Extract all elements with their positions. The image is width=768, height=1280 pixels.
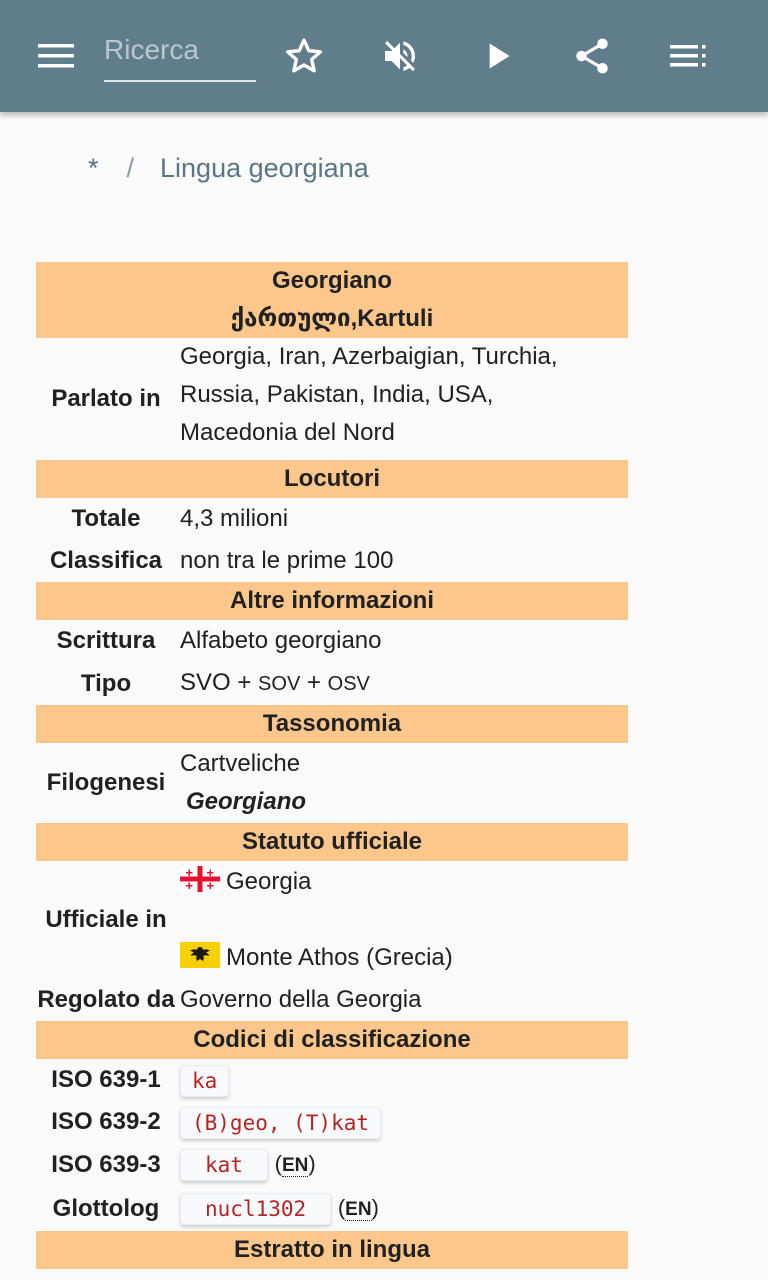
phylogeny-family[interactable]: Cartveliche bbox=[180, 745, 628, 783]
search-input[interactable] bbox=[104, 28, 256, 72]
total-value: 4,3 milioni bbox=[180, 505, 289, 532]
infobox-title-name: Georgiano bbox=[271, 267, 392, 294]
spoken-in-line: Georgia, Iran, Azerbaigian, Turchia, bbox=[180, 343, 558, 370]
menu-icon bbox=[38, 44, 74, 68]
rank-label: Classifica bbox=[49, 547, 163, 574]
glottolog-en-tag[interactable]: (EN) bbox=[338, 1195, 379, 1221]
breadcrumb: * / Lingua georgiana bbox=[88, 148, 369, 188]
share-button[interactable] bbox=[564, 28, 620, 84]
excerpt-header: Estratto in lingua bbox=[36, 1231, 628, 1269]
official-place-1[interactable]: Georgia bbox=[226, 868, 311, 895]
script-label: Scrittura bbox=[56, 627, 156, 654]
mount-athos-flag-icon bbox=[180, 941, 220, 968]
rank-value: non tra le prime 100 bbox=[180, 547, 394, 574]
iso2-value-cell: (B)geo, (T)kat bbox=[176, 1103, 628, 1141]
script-value[interactable]: Alfabeto georgiano bbox=[176, 622, 628, 660]
phylogeny-language: Georgiano bbox=[186, 788, 307, 815]
type-plus: + bbox=[306, 669, 321, 696]
spoken-in-line: Russia, Pakistan, India, USA, bbox=[180, 381, 494, 408]
georgia-flag-icon bbox=[180, 865, 220, 892]
iso3-value-cell: kat (EN) bbox=[176, 1145, 628, 1185]
bookmark-button[interactable] bbox=[276, 28, 332, 84]
search-field[interactable] bbox=[104, 28, 256, 82]
star-icon bbox=[286, 38, 322, 73]
rank-row: Classifica non tra le prime 100 bbox=[36, 540, 628, 582]
spoken-in-label: Parlato in bbox=[51, 385, 161, 412]
official-place-athos: Monte Athos (Grecia) bbox=[180, 939, 628, 977]
iso1-code: ka bbox=[180, 1064, 230, 1097]
infobox-title: Georgiano ქართული,Kartuli bbox=[36, 262, 628, 338]
official-status-header: Statuto ufficiale bbox=[36, 823, 628, 861]
total-label: Totale bbox=[71, 505, 141, 532]
play-icon bbox=[489, 43, 510, 69]
iso3-label[interactable]: ISO 639-3 bbox=[36, 1145, 176, 1185]
en-abbr: EN bbox=[345, 1199, 372, 1221]
phylogeny-row: Filogenesi Cartveliche Georgiano bbox=[36, 743, 628, 823]
mute-button[interactable] bbox=[372, 28, 428, 84]
breadcrumb-separator: / bbox=[126, 152, 135, 183]
breadcrumb-current: Lingua georgiana bbox=[160, 152, 369, 183]
type-sov[interactable]: SOV bbox=[258, 673, 300, 695]
infobox-native-name: ქართული,Kartuli bbox=[230, 305, 434, 332]
regulated-label: Regolato da bbox=[37, 986, 175, 1013]
volume-off-icon bbox=[385, 41, 415, 72]
table-of-contents-button[interactable] bbox=[660, 28, 716, 84]
spoken-in-value: Georgia, Iran, Azerbaigian, Turchia, Rus… bbox=[176, 338, 628, 460]
iso1-row: ISO 639-1 ka bbox=[36, 1059, 628, 1101]
iso1-value-cell: ka bbox=[176, 1061, 628, 1099]
official-in-row: Ufficiale in Georgia Monte Athos (Grecia… bbox=[36, 861, 628, 979]
app-toolbar bbox=[0, 0, 768, 112]
codes-header: Codici di classificazione bbox=[36, 1021, 628, 1059]
spoken-in-line: Macedonia del Nord bbox=[180, 419, 395, 446]
breadcrumb-root[interactable]: * bbox=[88, 153, 99, 184]
official-in-label: Ufficiale in bbox=[45, 906, 167, 933]
speakers-header: Locutori bbox=[36, 460, 628, 498]
official-in-value: Georgia Monte Athos (Grecia) bbox=[176, 863, 628, 977]
type-plus: + bbox=[237, 669, 252, 696]
glottolog-row: Glottolog nucl1302 (EN) bbox=[36, 1187, 628, 1231]
regulated-value[interactable]: Governo della Georgia bbox=[176, 981, 628, 1019]
type-label: Tipo bbox=[80, 669, 132, 697]
taxonomy-header: Tassonomia bbox=[36, 705, 628, 743]
play-button[interactable] bbox=[470, 28, 526, 84]
iso3-code[interactable]: kat bbox=[180, 1149, 268, 1181]
spoken-in-row: Parlato in Georgia, Iran, Azerbaigian, T… bbox=[36, 338, 628, 460]
glottolog-value-cell: nucl1302 (EN) bbox=[176, 1189, 628, 1229]
iso2-code: (B)geo, (T)kat bbox=[180, 1106, 382, 1139]
iso3-en-tag[interactable]: (EN) bbox=[275, 1151, 316, 1177]
en-abbr: EN bbox=[281, 1155, 309, 1177]
type-value: SVO + SOV + OSV bbox=[176, 664, 628, 703]
script-row: Scrittura Alfabeto georgiano bbox=[36, 620, 628, 662]
iso2-label[interactable]: ISO 639-2 bbox=[36, 1103, 176, 1141]
glottolog-label[interactable]: Glottolog bbox=[36, 1189, 176, 1229]
type-row: Tipo SVO + SOV + OSV bbox=[36, 662, 628, 705]
toc-icon bbox=[670, 45, 706, 67]
iso1-label[interactable]: ISO 639-1 bbox=[36, 1061, 176, 1099]
other-info-header: Altre informazioni bbox=[36, 582, 628, 620]
official-place-2[interactable]: Monte Athos (Grecia) bbox=[226, 944, 453, 971]
total-row: Totale 4,3 milioni bbox=[36, 498, 628, 540]
phylogeny-value: Cartveliche Georgiano bbox=[176, 745, 628, 821]
phylogeny-label: Filogenesi bbox=[46, 769, 166, 796]
iso2-row: ISO 639-2 (B)geo, (T)kat bbox=[36, 1101, 628, 1143]
type-svo[interactable]: SVO bbox=[180, 669, 231, 696]
iso3-row: ISO 639-3 kat (EN) bbox=[36, 1143, 628, 1187]
language-infobox: Georgiano ქართული,Kartuli Parlato in Geo… bbox=[36, 262, 628, 1269]
regulated-row: Regolato da Governo della Georgia bbox=[36, 979, 628, 1021]
official-place-georgia: Georgia bbox=[180, 863, 628, 901]
menu-button[interactable] bbox=[28, 28, 84, 84]
share-icon bbox=[576, 38, 608, 74]
type-osv[interactable]: OSV bbox=[328, 673, 370, 695]
glottolog-code[interactable]: nucl1302 bbox=[180, 1193, 332, 1225]
